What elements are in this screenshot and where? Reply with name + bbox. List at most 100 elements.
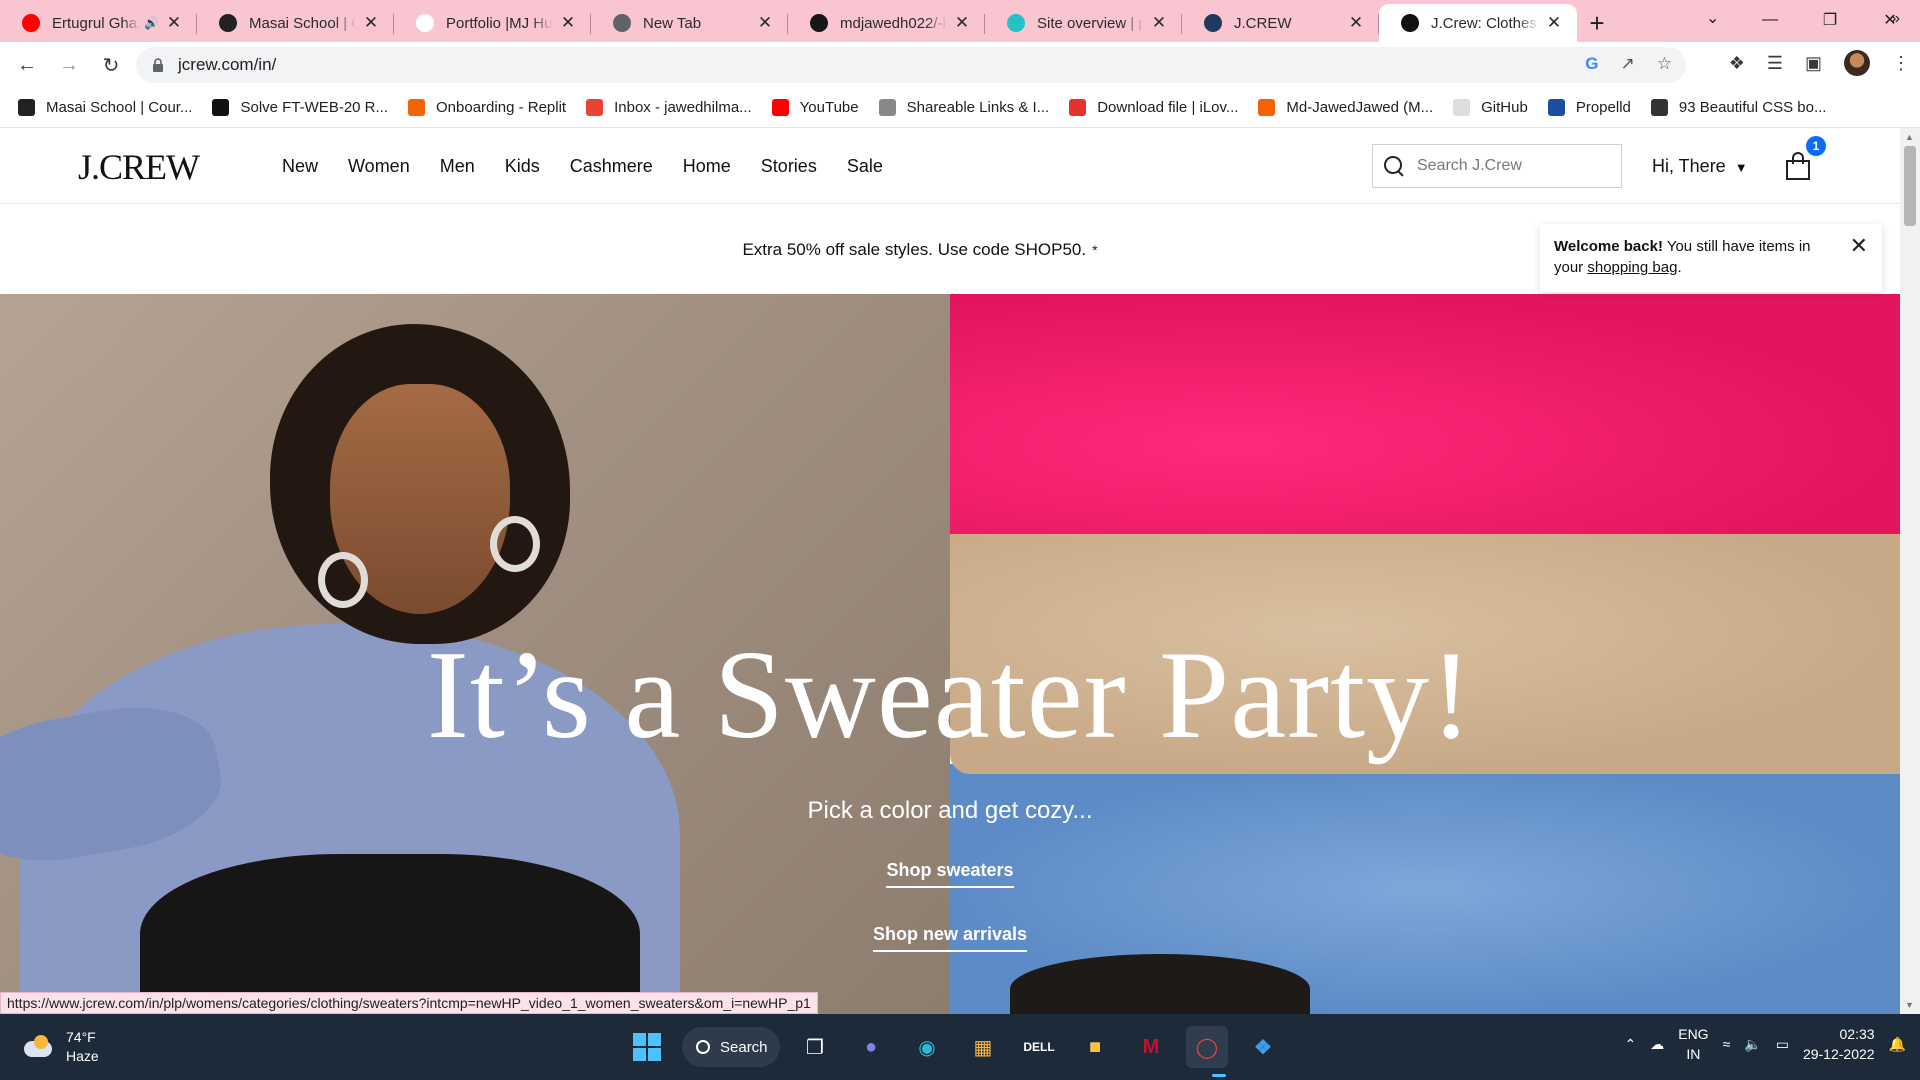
chrome-icon[interactable]: ◯: [1186, 1026, 1228, 1068]
chevron-up-icon[interactable]: ⌃: [1625, 1036, 1637, 1053]
edge-browser-icon[interactable]: ◉: [906, 1026, 948, 1068]
search-input[interactable]: [1417, 157, 1607, 175]
bookmark-label[interactable]: Md-JawedJawed (M...: [1286, 99, 1433, 116]
tab-title[interactable]: Masai School | Co: [249, 15, 356, 32]
onedrive-cloud-icon[interactable]: ☁: [1650, 1036, 1664, 1053]
greeting-text[interactable]: Hi, There: [1652, 156, 1726, 176]
bookmark-item[interactable]: Inbox - jawedhilma...: [586, 99, 752, 116]
taskbar-search[interactable]: Search: [682, 1027, 780, 1067]
bookmark-label[interactable]: YouTube: [800, 99, 859, 116]
tab-title[interactable]: Portfolio |MJ Hus: [446, 15, 553, 32]
tab-close-icon[interactable]: ✕: [1545, 13, 1563, 33]
bookmark-label[interactable]: Shareable Links & I...: [907, 99, 1050, 116]
tab-title[interactable]: J.CREW: [1234, 15, 1341, 32]
url-text[interactable]: jcrew.com/in/: [178, 55, 276, 75]
jcrew-logo[interactable]: J.CREW: [78, 146, 200, 188]
notifications-bell-icon[interactable]: 🔔: [1889, 1036, 1906, 1053]
weather-widget[interactable]: 74°F Haze: [20, 1028, 99, 1066]
tab-title[interactable]: J.Crew: Clothes, S: [1431, 15, 1539, 32]
menu-kebab-icon[interactable]: ⋮: [1892, 53, 1910, 74]
nav-link-home[interactable]: Home: [683, 156, 731, 177]
vscode-icon[interactable]: ❖: [1242, 1026, 1284, 1068]
nav-link-men[interactable]: Men: [440, 156, 475, 177]
tab-title[interactable]: mdjawedh022/-h: [840, 15, 947, 32]
shopping-bag-link[interactable]: shopping bag: [1587, 259, 1677, 276]
browser-tab[interactable]: mdjawedh022/-h ✕: [788, 4, 985, 42]
bookmark-label[interactable]: Propelld: [1576, 99, 1631, 116]
back-arrow-icon[interactable]: ←: [12, 50, 42, 80]
microsoft-store-icon[interactable]: ▦: [962, 1026, 1004, 1068]
nav-link-cashmere[interactable]: Cashmere: [570, 156, 653, 177]
file-explorer-icon[interactable]: ■: [1074, 1026, 1116, 1068]
bookmark-label[interactable]: Inbox - jawedhilma...: [614, 99, 752, 116]
address-bar[interactable]: jcrew.com/in/ G ↗ ☆: [136, 47, 1686, 83]
bookmark-label[interactable]: Solve FT-WEB-20 R...: [240, 99, 388, 116]
tab-search-chevron-icon[interactable]: ⌄: [1706, 8, 1719, 28]
mcafee-icon[interactable]: M: [1130, 1026, 1172, 1068]
share-icon[interactable]: ↗: [1621, 54, 1635, 74]
browser-tab[interactable]: Masai School | Co ✕: [197, 4, 394, 42]
tab-audio-icon[interactable]: 🔊: [144, 16, 159, 30]
bookmark-label[interactable]: GitHub: [1481, 99, 1528, 116]
reload-icon[interactable]: ↻: [96, 50, 126, 80]
teams-chat-icon[interactable]: ●: [850, 1026, 892, 1068]
close-window-icon[interactable]: ✕: [1860, 0, 1920, 40]
site-search[interactable]: [1372, 144, 1622, 188]
scroll-up-icon[interactable]: ▲: [1905, 132, 1914, 142]
bookmark-item[interactable]: Md-JawedJawed (M...: [1258, 99, 1433, 116]
new-tab-button[interactable]: +: [1577, 4, 1617, 42]
bookmarks-overflow-icon[interactable]: »: [1891, 10, 1900, 28]
profile-avatar[interactable]: [1844, 50, 1870, 76]
tab-close-icon[interactable]: ✕: [1347, 13, 1365, 33]
extensions-puzzle-icon[interactable]: ❖: [1729, 53, 1745, 74]
dell-icon[interactable]: DELL: [1018, 1026, 1060, 1068]
bookmark-item[interactable]: Onboarding - Replit: [408, 99, 566, 116]
maximize-icon[interactable]: ❐: [1800, 0, 1860, 40]
media-queue-icon[interactable]: ☰: [1767, 53, 1783, 74]
bookmark-label[interactable]: Download file | iLov...: [1097, 99, 1238, 116]
bookmark-item[interactable]: 93 Beautiful CSS bo...: [1650, 99, 1827, 116]
browser-tab[interactable]: J.CREW ✕: [1182, 4, 1379, 42]
tab-close-icon[interactable]: ✕: [756, 13, 774, 33]
tab-close-icon[interactable]: ✕: [362, 13, 380, 33]
battery-icon[interactable]: ▭: [1776, 1036, 1789, 1053]
browser-tab[interactable]: Ertugrul Ghazi 🔊 ✕: [0, 4, 197, 42]
tab-close-icon[interactable]: ✕: [559, 13, 577, 33]
bookmark-label[interactable]: 93 Beautiful CSS bo...: [1679, 99, 1827, 116]
tab-title[interactable]: Site overview | pl: [1037, 15, 1144, 32]
bookmark-item[interactable]: Propelld: [1547, 99, 1631, 116]
promo-asterisk[interactable]: *: [1092, 242, 1097, 258]
bookmark-item[interactable]: YouTube: [771, 99, 859, 116]
lock-icon[interactable]: [152, 58, 164, 72]
browser-tab[interactable]: J.Crew: Clothes, S ✕: [1379, 4, 1577, 42]
google-icon[interactable]: G: [1585, 54, 1598, 74]
promo-text[interactable]: Extra 50% off sale styles. Use code SHOP…: [742, 240, 1086, 260]
tab-close-icon[interactable]: ✕: [1150, 13, 1168, 33]
account-menu[interactable]: Hi, There ▼: [1652, 156, 1748, 177]
browser-tab[interactable]: New Tab ✕: [591, 4, 788, 42]
forward-arrow-icon[interactable]: →: [54, 50, 84, 80]
nav-link-sale[interactable]: Sale: [847, 156, 883, 177]
hero-banner[interactable]: It’s a Sweater Party! Pick a color and g…: [0, 294, 1900, 1014]
nav-link-stories[interactable]: Stories: [761, 156, 817, 177]
bookmark-item[interactable]: GitHub: [1453, 99, 1528, 116]
search-icon[interactable]: [1383, 155, 1405, 177]
nav-link-kids[interactable]: Kids: [505, 156, 540, 177]
clock[interactable]: 02:33 29-12-2022: [1803, 1024, 1875, 1064]
browser-tab[interactable]: Site overview | pl ✕: [985, 4, 1182, 42]
bookmark-star-icon[interactable]: ☆: [1657, 54, 1672, 74]
scroll-thumb[interactable]: [1904, 146, 1916, 226]
minimize-icon[interactable]: —: [1740, 0, 1800, 40]
browser-tab[interactable]: Portfolio |MJ Hus ✕: [394, 4, 591, 42]
tab-title[interactable]: Ertugrul Ghazi: [52, 15, 140, 32]
bookmark-item[interactable]: Solve FT-WEB-20 R...: [212, 99, 388, 116]
shop-sweaters-link[interactable]: Shop sweaters: [886, 860, 1014, 888]
bookmark-label[interactable]: Onboarding - Replit: [436, 99, 566, 116]
task-view-icon[interactable]: ❐: [794, 1026, 836, 1068]
bookmark-item[interactable]: Download file | iLov...: [1069, 99, 1238, 116]
language-indicator[interactable]: ENG IN: [1678, 1024, 1708, 1064]
bookmark-item[interactable]: Masai School | Cour...: [18, 99, 192, 116]
start-windows-icon[interactable]: [626, 1026, 668, 1068]
shopping-bag-icon[interactable]: [1784, 150, 1812, 182]
tab-title[interactable]: New Tab: [643, 15, 750, 32]
